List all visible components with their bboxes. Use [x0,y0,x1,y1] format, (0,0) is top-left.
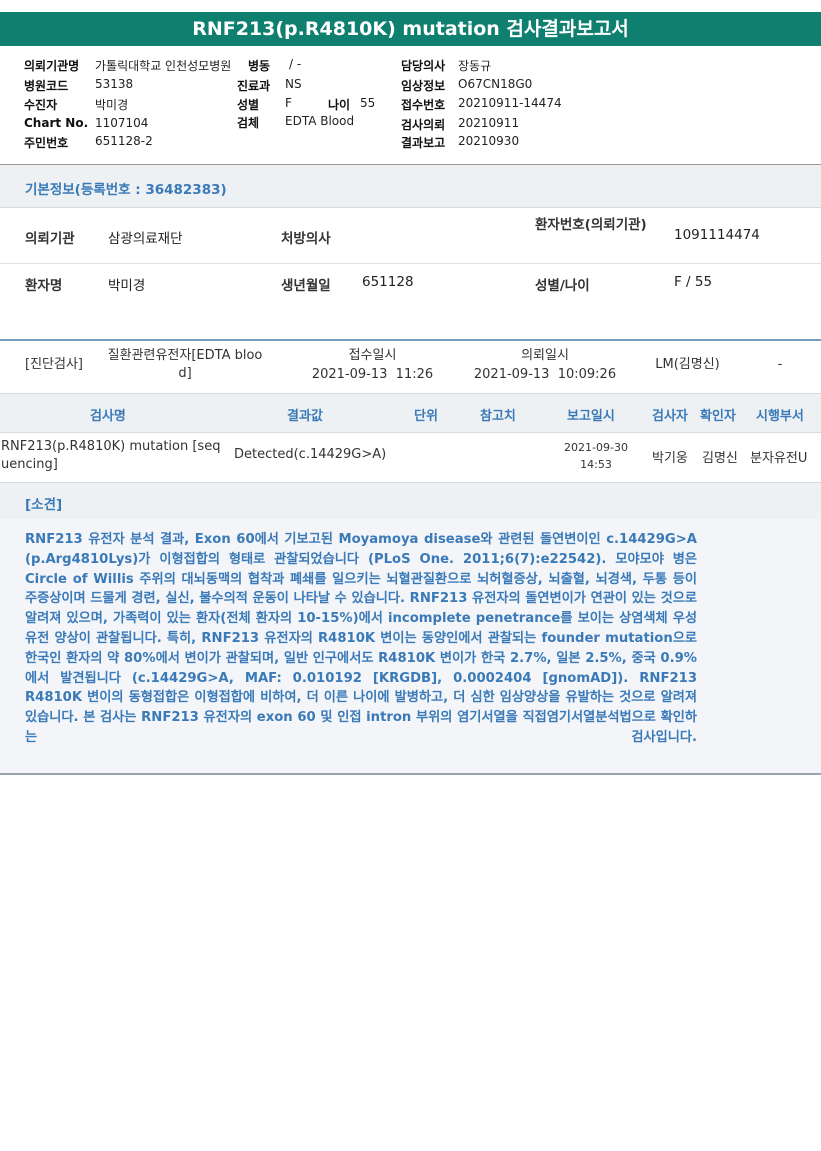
opinion-section: RNF213 유전자 분석 결과, Exon 60에서 기보고된 Moyamoy… [0,519,821,775]
ward-value: / - [289,57,302,71]
chart-no-value: 1107104 [95,116,149,130]
basic-info-section: 의뢰기관 삼광의료재단 처방의사 환자번호(의뢰기관) 1091114474 환… [0,208,821,304]
request-datetime-value: 2021-09-13 10:09:26 [473,367,617,382]
row-report-time: 14:53 [580,458,612,471]
patient-name-label: 환자명 [25,278,63,294]
col-test-name: 검사명 [90,409,126,424]
specimen-value: EDTA Blood [285,114,355,128]
col-reference: 참고치 [480,409,516,424]
basic-institution-label: 의뢰기관 [25,231,75,247]
col-department: 시행부서 [756,409,804,424]
patient-no-label: 환자번호(의뢰기관) [535,217,647,233]
row-department: 분자유전U [750,451,808,466]
request-date-label: 검사의뢰 [401,118,446,132]
row-report-date: 2021-09-30 [564,441,628,454]
diagnosis-test-group: 질환관련유전자[EDTA blood] [107,348,263,381]
institution-label: 의뢰기관명 [24,59,80,73]
sex-age-value: F / 55 [674,274,713,290]
result-date-value: 20210930 [458,134,520,148]
results-table-header: 검사명 결과값 단위 참고치 보고일시 검사자 확인자 시행부서 [0,393,821,433]
department-value: NS [285,77,302,91]
resident-no-label: 주민번호 [24,136,69,150]
diagnosis-row: [진단검사] 질환관련유전자[EDTA blood] 접수일시 2021-09-… [0,341,821,393]
row-test-name: RNF213(p.R4810K) mutation [sequencing] [1,439,221,472]
birth-value: 651128 [362,274,414,290]
recipient-label: 수진자 [24,98,58,112]
hospital-code-value: 53138 [95,77,134,91]
col-result: 결과값 [287,409,323,424]
department-label: 진료과 [237,79,271,93]
result-date-label: 결과보고 [401,136,446,150]
report-title: RNF213(p.R4810K) mutation 검사결과보고서 [0,12,821,46]
clinical-info-label: 임상정보 [401,79,446,93]
basic-info-header: 기본정보(등록번호 : 36482383) [0,165,821,208]
patient-name-value: 박미경 [108,278,146,294]
patient-no-value: 1091114474 [674,227,760,243]
birth-label: 생년월일 [281,278,331,294]
age-label: 나이 [328,98,351,112]
row-result: Detected(c.14429G>A) [234,447,387,462]
col-unit: 단위 [414,409,438,424]
request-date-value: 20210911 [458,116,520,130]
receipt-no-value: 20210911-14474 [458,96,562,110]
lab-name: LM(김명신) [655,357,720,372]
receipt-datetime-value: 2021-09-13 11:26 [311,367,434,382]
recipient-value: 박미경 [95,98,129,112]
institution-value: 가톨릭대학교 인천성모병원 [95,59,232,73]
prescriber-label: 처방의사 [281,231,331,247]
sex-label: 성별 [237,98,260,112]
col-tester: 검사자 [652,409,688,424]
receipt-datetime-label: 접수일시 [348,348,397,363]
row-tester: 박기웅 [652,451,688,466]
basic-row-divider [0,263,821,264]
request-datetime-label: 의뢰일시 [521,348,569,363]
doctor-value: 장동규 [458,59,492,73]
col-confirmer: 확인자 [700,409,736,424]
diagnosis-category: [진단검사] [25,357,83,372]
report-header: 의뢰기관명 가톨릭대학교 인천성모병원 병원코드 53138 수진자 박미경 C… [0,54,821,154]
opinion-text: RNF213 유전자 분석 결과, Exon 60에서 기보고된 Moyamoy… [25,532,698,745]
col-report-date: 보고일시 [567,409,615,424]
basic-info-title: 기본정보(등록번호 : 36482383) [25,182,227,198]
opinion-title: [소견] [25,497,63,513]
age-value: 55 [360,96,376,110]
opinion-header: [소견] [0,483,821,519]
sex-age-label: 성별/나이 [535,278,590,294]
row-confirmer: 김명신 [702,451,738,466]
hospital-code-label: 병원코드 [24,79,69,93]
specimen-label: 검체 [237,116,260,130]
doctor-label: 담당의사 [401,59,446,73]
resident-no-value: 651128-2 [95,134,153,148]
sex-value: F [285,96,292,110]
table-row: RNF213(p.R4810K) mutation [sequencing] D… [0,432,821,483]
ward-label: 병동 [248,59,271,73]
chart-no-label: Chart No. [24,116,89,130]
basic-institution-value: 삼광의료재단 [108,231,183,247]
receipt-no-label: 접수번호 [401,98,446,112]
diagnosis-extra: - [777,357,783,372]
clinical-info-value: O67CN18G0 [458,77,533,91]
